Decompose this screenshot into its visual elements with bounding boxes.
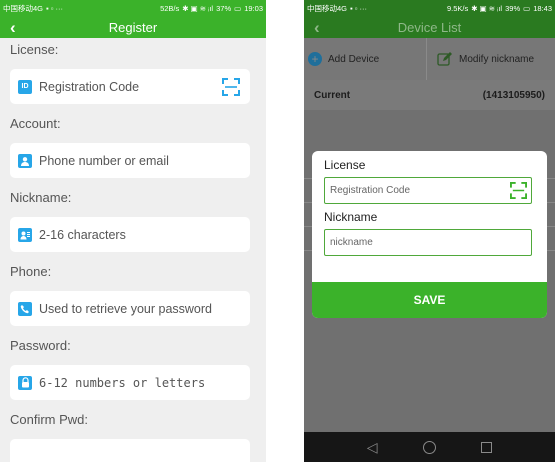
edit-icon (437, 52, 452, 66)
license-placeholder: Registration Code (39, 79, 140, 94)
lock-icon (18, 375, 32, 390)
page-title: Device List (397, 19, 462, 35)
add-device-dialog: License Registration Code Nickname nickn… (312, 151, 547, 318)
add-device-button[interactable]: + Add Device (304, 38, 426, 80)
password-label: Password: (10, 338, 71, 353)
clock: 18:43 (533, 3, 552, 13)
device-toolbar: + Add Device Modify nickname (304, 38, 555, 80)
confirm-password-input[interactable] (10, 439, 250, 462)
id-card-icon: ID (18, 79, 32, 94)
back-arrow-icon[interactable]: ‹ (314, 18, 320, 38)
register-screen: 中国移动4G ▪ ▫ ··· 52B/s ✱ ▣ ≋ ᵢıl 37% ▭ 19:… (0, 0, 266, 462)
phone-placeholder: Used to retrieve your password (39, 301, 212, 316)
license-input[interactable]: ID Registration Code (10, 69, 250, 104)
device-list-screen: 中国移动4G ▪ ▫ ··· 9.5K/s ✱ ▣ ≋ ᵢıl 39% ▭ 18… (304, 0, 555, 462)
contact-card-icon (18, 227, 32, 242)
dialog-nickname-placeholder: nickname (330, 237, 373, 248)
dialog-nickname-label: Nickname (324, 210, 378, 224)
dialog-license-input[interactable]: Registration Code (324, 177, 532, 204)
current-device-row[interactable]: Current (1413105950) (304, 80, 555, 110)
back-arrow-icon[interactable]: ‹ (10, 18, 16, 38)
password-input[interactable]: 6-12 numbers or letters (10, 365, 250, 400)
network-speed: 9.5K/s (447, 3, 469, 13)
phone-icon (18, 301, 32, 316)
battery-percent: 37% (216, 3, 232, 13)
battery-percent: 39% (505, 3, 521, 13)
page-title: Register (108, 19, 158, 35)
current-label: Current (314, 89, 351, 101)
account-input[interactable]: Phone number or email (10, 143, 250, 178)
scan-icon[interactable] (510, 182, 527, 199)
nav-back-icon[interactable]: ◁ (367, 439, 378, 456)
nav-home-icon[interactable] (422, 440, 436, 454)
signal-icon: ✱ ▣ ≋ ᵢıl (182, 3, 214, 13)
status-bar: 中国移动4G ▪ ▫ ··· 9.5K/s ✱ ▣ ≋ ᵢıl 39% ▭ 18… (304, 0, 555, 16)
register-form: License: ID Registration Code Account: P… (0, 40, 266, 462)
battery-icon: ▭ (523, 3, 531, 13)
confirm-password-label: Confirm Pwd: (10, 412, 89, 427)
nickname-input[interactable]: 2-16 characters (10, 217, 250, 252)
phone-label: Phone: (10, 264, 52, 279)
notification-icon: ▪ ▫ ··· (46, 3, 63, 13)
app-bar: ‹ Register (0, 16, 266, 38)
app-bar: ‹ Device List (304, 16, 555, 38)
network-speed: 52B/s (160, 3, 180, 13)
save-button[interactable]: SAVE (312, 282, 547, 318)
account-placeholder: Phone number or email (39, 153, 169, 168)
phone-input[interactable]: Used to retrieve your password (10, 291, 250, 326)
dialog-license-label: License (324, 158, 366, 172)
password-placeholder: 6-12 numbers or letters (39, 375, 206, 390)
license-label: License: (10, 42, 59, 57)
carrier-text: 中国移动4G (3, 3, 44, 13)
scan-icon[interactable] (222, 78, 240, 96)
nickname-label: Nickname: (10, 190, 72, 205)
battery-icon: ▭ (234, 3, 242, 13)
signal-icon: ✱ ▣ ≋ ᵢıl (471, 3, 503, 13)
modify-nickname-button[interactable]: Modify nickname (426, 38, 555, 80)
account-label: Account: (10, 116, 61, 131)
clock: 19:03 (244, 3, 263, 13)
dialog-nickname-input[interactable]: nickname (324, 229, 532, 256)
notification-icon: ▪ ▫ ··· (350, 3, 367, 13)
dialog-license-placeholder: Registration Code (330, 185, 411, 196)
status-bar: 中国移动4G ▪ ▫ ··· 52B/s ✱ ▣ ≋ ᵢıl 37% ▭ 19:… (0, 0, 266, 16)
nickname-placeholder: 2-16 characters (39, 227, 126, 242)
current-device-id: (1413105950) (482, 89, 545, 101)
plus-icon: + (308, 52, 322, 66)
person-icon (18, 153, 32, 168)
carrier-text: 中国移动4G (307, 3, 348, 13)
system-nav-bar: ◁ (304, 432, 555, 462)
add-device-label: Add Device (328, 53, 380, 65)
modify-nickname-label: Modify nickname (459, 53, 535, 65)
nav-recent-icon[interactable] (481, 441, 493, 453)
